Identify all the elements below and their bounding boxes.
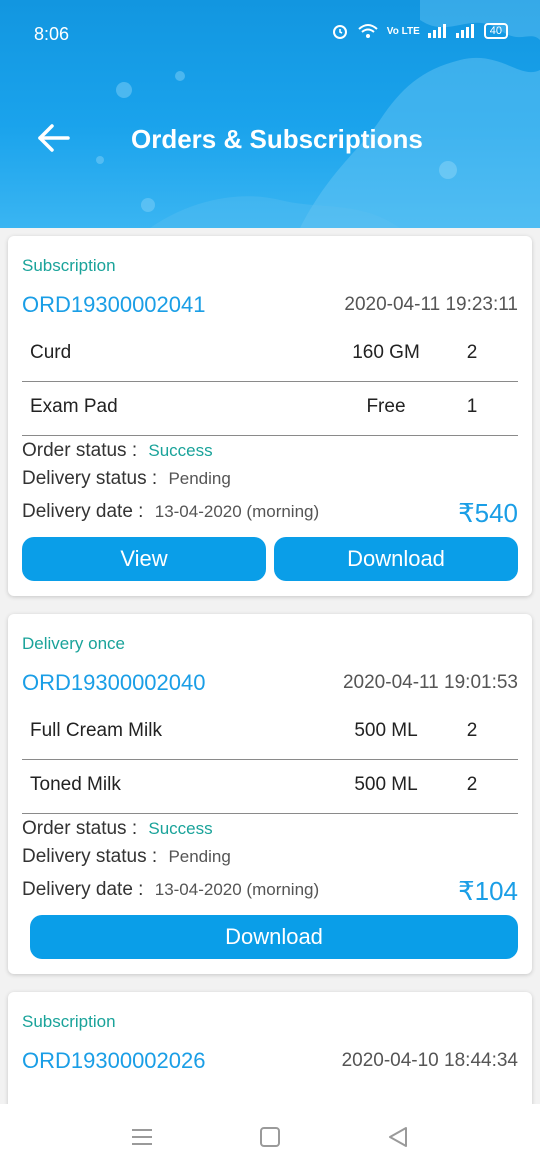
alarm-icon: [332, 25, 347, 39]
status-bar: 8:06 Vo LTE 40: [0, 0, 540, 48]
order-status-value: Success: [148, 441, 213, 460]
delivery-status-value: Pending: [168, 469, 231, 488]
orders-list[interactable]: Subscription ORD19300002041 2020-04-11 1…: [0, 228, 540, 1104]
delivery-date-line: Delivery date : 13-04-2020 (morning): [22, 879, 319, 901]
item-name: Curd: [30, 342, 72, 363]
order-item-row: Curd 160 GM 2: [22, 328, 518, 382]
home-square-icon[interactable]: [258, 1126, 282, 1148]
status-icons: Vo LTE 40: [331, 22, 508, 40]
order-id: ORD19300002026: [22, 1048, 206, 1073]
order-status-label: Order status :: [22, 818, 138, 839]
item-quantity: 500 ML: [354, 720, 418, 741]
delivery-date-label: Delivery date :: [22, 879, 144, 900]
delivery-date-line: Delivery date : 13-04-2020 (morning): [22, 501, 319, 523]
order-type: Delivery once: [22, 634, 125, 653]
item-quantity: Free: [366, 396, 406, 417]
arrow-left-icon: [38, 124, 70, 152]
item-count: 1: [466, 396, 478, 417]
item-name: Toned Milk: [30, 774, 121, 795]
item-count: 2: [466, 342, 478, 363]
order-status-label: Order status :: [22, 440, 138, 461]
order-item-row: Toned Milk 500 ML 2: [22, 760, 518, 814]
order-datetime: 2020-04-11 19:01:53: [342, 672, 518, 693]
order-type: Subscription: [22, 256, 116, 275]
delivery-status-line: Delivery status : Pending: [22, 468, 231, 490]
order-datetime: 2020-04-11 19:23:11: [344, 294, 518, 315]
order-card: Delivery once ORD19300002040 2020-04-11 …: [8, 614, 532, 974]
order-status-value: Success: [148, 819, 213, 838]
download-button[interactable]: Download: [30, 915, 518, 959]
delivery-date-label: Delivery date :: [22, 501, 144, 522]
order-status-line: Order status : Success: [22, 818, 213, 840]
delivery-date-value: 13-04-2020 (morning): [154, 880, 320, 899]
order-price: ₹104: [458, 876, 518, 906]
order-datetime: 2020-04-10 18:44:34: [341, 1050, 518, 1071]
order-card: Subscription ORD19300002041 2020-04-11 1…: [8, 236, 532, 596]
signal-icon-2: [455, 24, 474, 38]
delivery-status-value: Pending: [168, 847, 231, 866]
battery-icon: 40: [483, 23, 508, 39]
menu-icon[interactable]: [130, 1126, 154, 1148]
order-status-line: Order status : Success: [22, 440, 213, 462]
order-id: ORD19300002041: [22, 292, 206, 317]
back-button[interactable]: [34, 118, 74, 158]
signal-icon: [427, 24, 446, 38]
order-item-row: Full Cream Milk 500 ML 2: [22, 706, 518, 760]
item-count: 2: [466, 774, 478, 795]
order-type: Subscription: [22, 1012, 116, 1031]
wifi-icon: [358, 24, 378, 38]
back-triangle-icon[interactable]: [386, 1126, 410, 1148]
item-quantity: 160 GM: [352, 342, 420, 363]
order-price: ₹540: [458, 498, 518, 528]
download-button[interactable]: Download: [274, 537, 518, 581]
item-name: Full Cream Milk: [30, 720, 162, 741]
order-item-row: Exam Pad Free 1: [22, 382, 518, 436]
delivery-status-line: Delivery status : Pending: [22, 846, 231, 868]
view-button[interactable]: View: [22, 537, 266, 581]
order-id: ORD19300002040: [22, 670, 206, 695]
delivery-status-label: Delivery status :: [22, 846, 158, 867]
item-quantity: 500 ML: [354, 774, 418, 795]
item-count: 2: [466, 720, 478, 741]
status-time: 8:06: [34, 24, 70, 44]
page-title: Orders & Subscriptions: [131, 124, 423, 154]
item-name: Exam Pad: [30, 396, 118, 417]
order-card: Subscription ORD19300002026 2020-04-10 1…: [8, 992, 532, 1104]
system-nav-bar: [0, 1104, 540, 1170]
delivery-date-value: 13-04-2020 (morning): [154, 502, 320, 521]
network-label: Vo LTE: [386, 25, 420, 37]
delivery-status-label: Delivery status :: [22, 468, 158, 489]
header: 8:06 Vo LTE 40 Orders & Subscriptions: [0, 0, 540, 228]
